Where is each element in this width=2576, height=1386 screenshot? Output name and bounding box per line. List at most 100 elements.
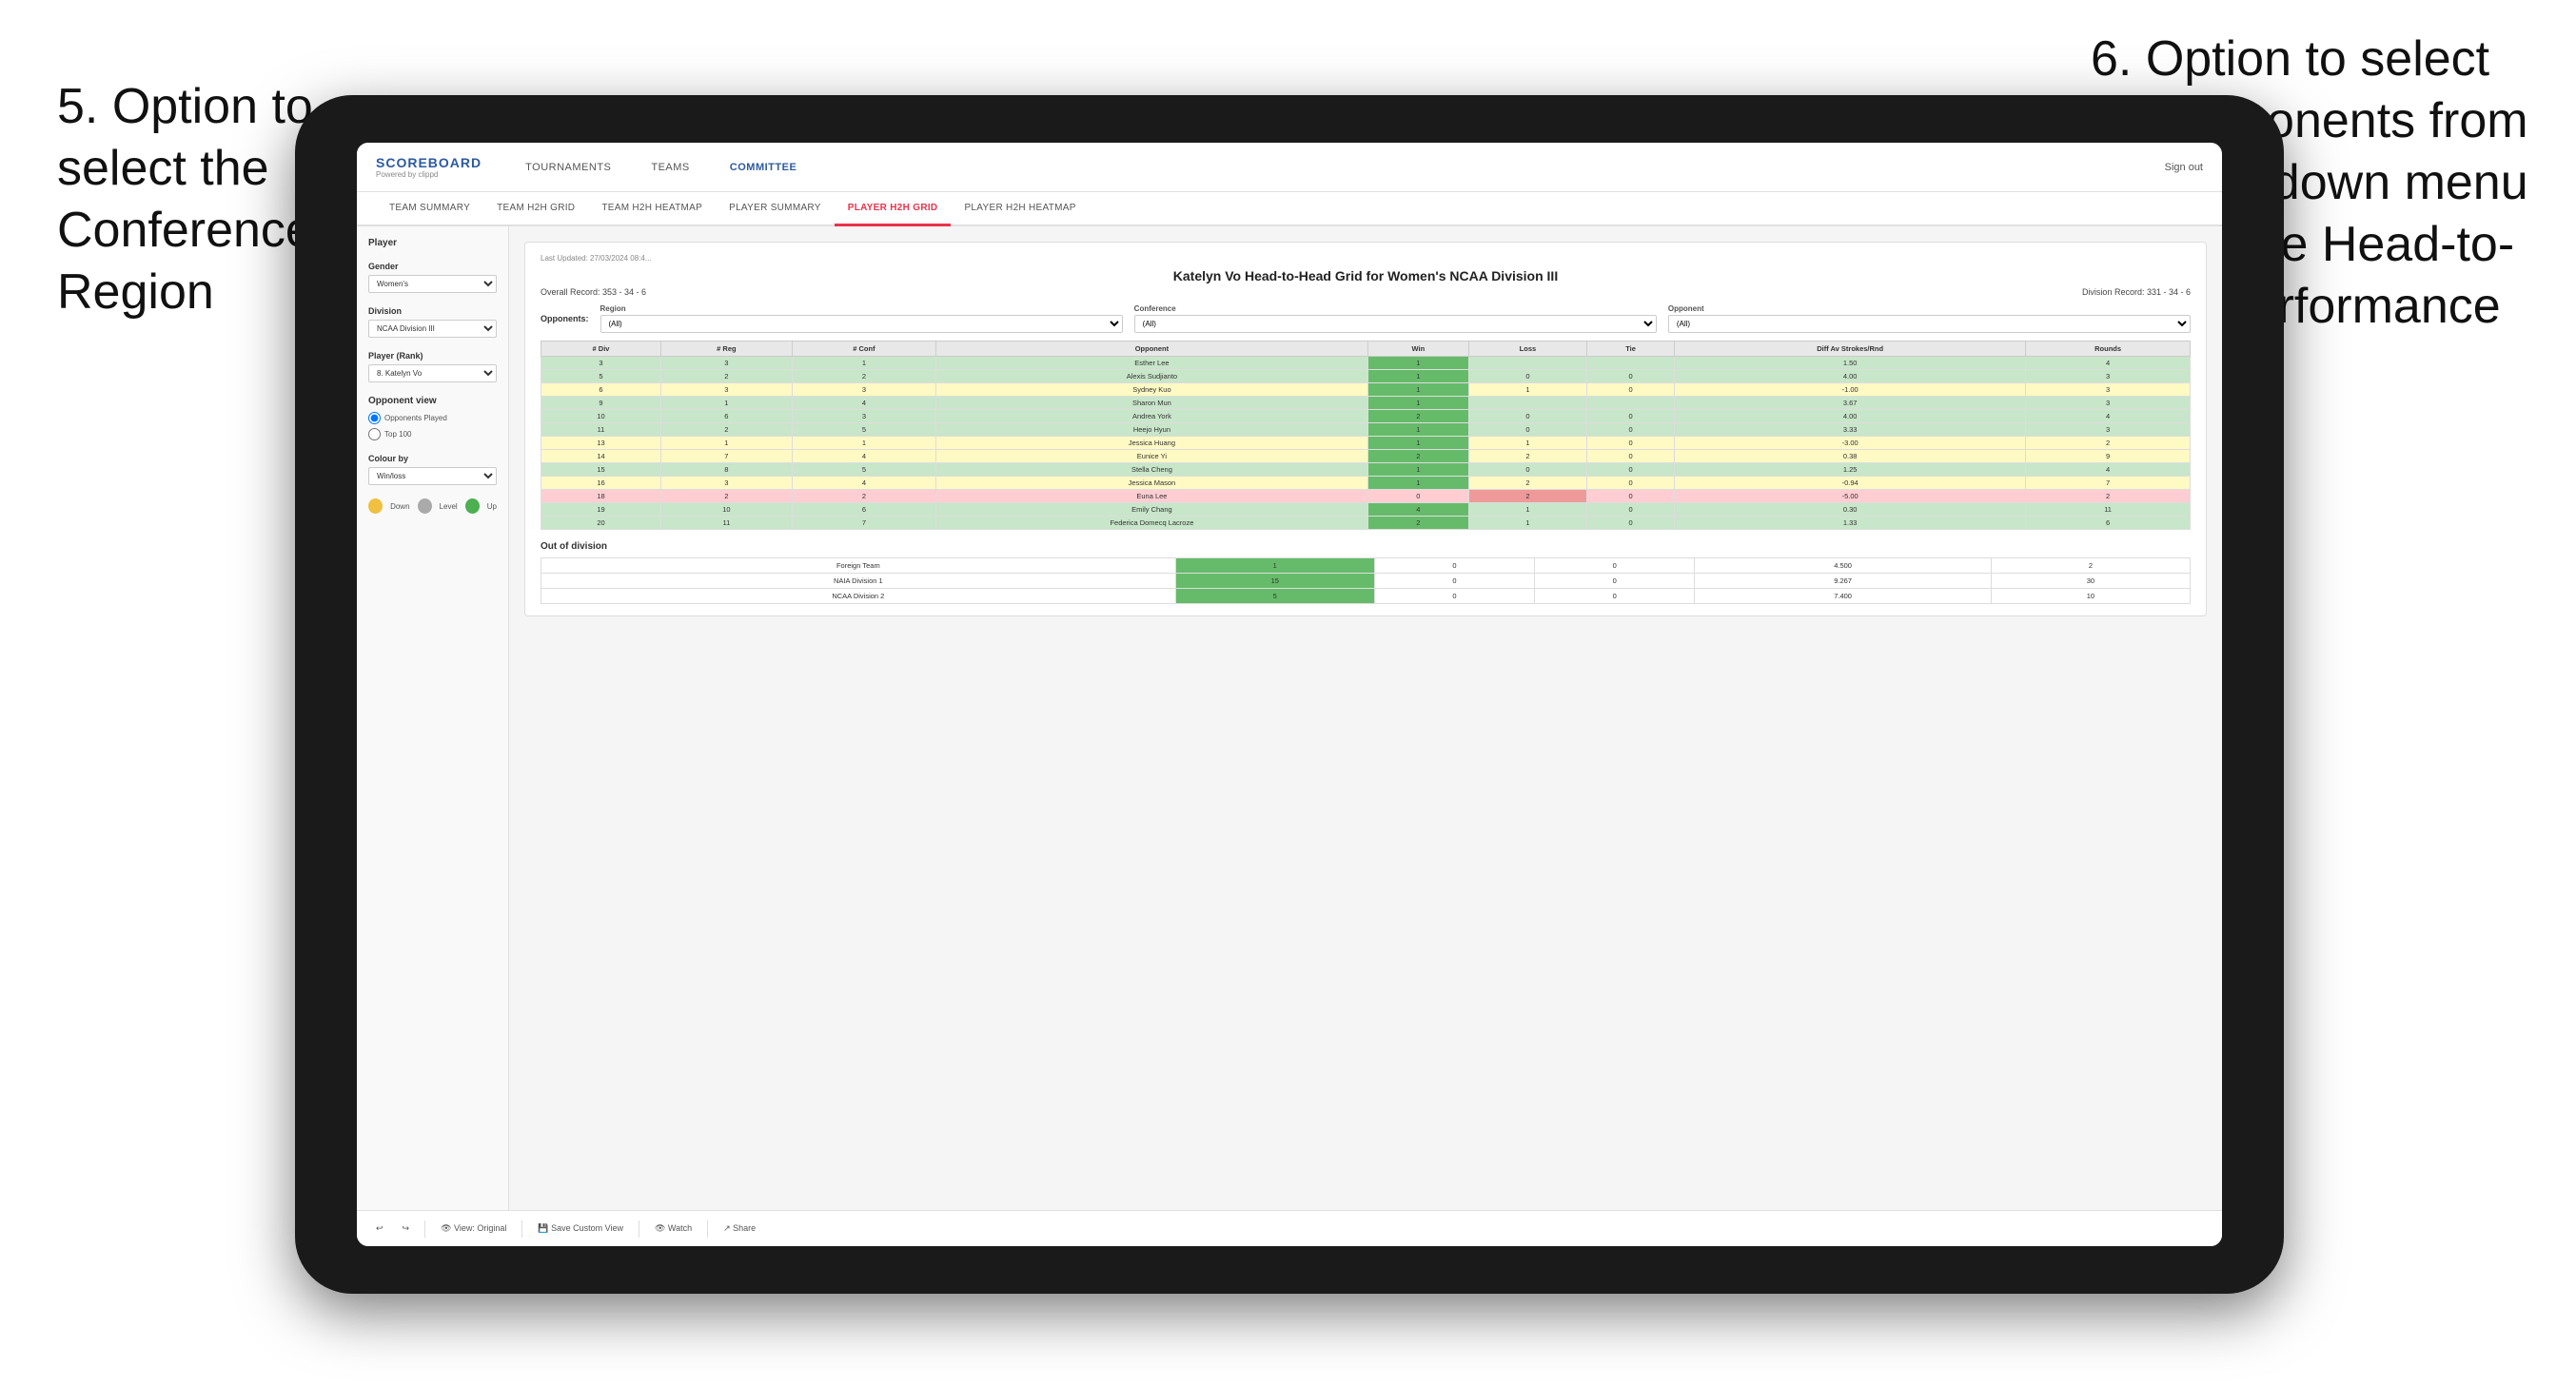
data-table: # Div # Reg # Conf Opponent Win Loss Tie… [541, 341, 2191, 530]
table-row: 633Sydney Kuo110-1.003 [541, 383, 2191, 397]
logo-sub: Powered by clippd [376, 170, 482, 179]
opponents-label: Opponents: [541, 314, 589, 323]
redo-btn[interactable]: ↪ [399, 1221, 414, 1236]
tablet-screen: SCOREBOARD Powered by clippd TOURNAMENTS… [357, 143, 2222, 1246]
out-table-row: NCAA Division 25007.40010 [541, 589, 2191, 604]
dot-up-label: Up [487, 502, 497, 511]
overall-record: Overall Record: 353 - 34 - 6 [541, 287, 646, 297]
subnav: TEAM SUMMARY TEAM H2H GRID TEAM H2H HEAT… [357, 192, 2222, 226]
panel-gender: Gender Women's [368, 262, 497, 293]
table-row: 19106Emily Chang4100.3011 [541, 503, 2191, 517]
save-custom-btn[interactable]: 💾 Save Custom View [534, 1221, 627, 1236]
table-row: 914Sharon Mun13.673 [541, 397, 2191, 410]
region-select[interactable]: (All) [600, 315, 1123, 333]
last-updated: Last Updated: 27/03/2024 08:4... [541, 254, 2191, 263]
share-btn[interactable]: ↗ Share [719, 1221, 759, 1236]
dot-level-label: Level [440, 502, 458, 511]
dot-up [465, 498, 480, 514]
panel-opponent-view: Opponent view Opponents Played Top 100 [368, 396, 497, 440]
th-win: Win [1367, 342, 1468, 357]
nav-committee[interactable]: COMMITTEE [724, 158, 803, 177]
th-div: # Div [541, 342, 661, 357]
th-rounds: Rounds [2026, 342, 2191, 357]
out-table-row: NAIA Division 115009.26730 [541, 574, 2191, 589]
table-row: 331Esther Lee11.504 [541, 357, 2191, 370]
main-content: Player Gender Women's Division NCAA Divi… [357, 226, 2222, 1210]
navbar: SCOREBOARD Powered by clippd TOURNAMENTS… [357, 143, 2222, 192]
panel-colour-by: Colour by Win/loss [368, 454, 497, 485]
colour-by-label: Colour by [368, 454, 497, 463]
radio-opponents-played[interactable]: Opponents Played [368, 412, 497, 424]
toolbar-sep-4 [707, 1220, 708, 1238]
dot-level [418, 498, 432, 514]
top100-label: Top 100 [384, 430, 411, 439]
division-label: Division [368, 306, 497, 316]
panel-player-section: Player [368, 238, 497, 248]
player-section-title: Player [368, 238, 497, 248]
table-row: 1822Euna Lee020-5.002 [541, 490, 2191, 503]
filter-conference: Conference (All) [1134, 304, 1657, 333]
player-rank-select[interactable]: 8. Katelyn Vo [368, 364, 497, 382]
table-row: 522Alexis Sudjianto1004.003 [541, 370, 2191, 383]
filter-region: Region (All) [600, 304, 1123, 333]
sign-out-text: Sign out [2165, 162, 2203, 173]
th-reg: # Reg [661, 342, 793, 357]
gender-label: Gender [368, 262, 497, 271]
grid-title: Katelyn Vo Head-to-Head Grid for Women's… [541, 268, 2191, 283]
nav-tournaments[interactable]: TOURNAMENTS [520, 158, 617, 177]
table-row: 1585Stella Cheng1001.254 [541, 463, 2191, 477]
panel-division: Division NCAA Division III [368, 306, 497, 338]
subnav-player-h2h-grid[interactable]: PLAYER H2H GRID [835, 192, 952, 226]
nav-teams[interactable]: TEAMS [645, 158, 695, 177]
radio-top100[interactable]: Top 100 [368, 428, 497, 440]
conference-select[interactable]: (All) [1134, 315, 1657, 333]
out-table-row: Foreign Team1004.5002 [541, 558, 2191, 574]
tablet-frame: SCOREBOARD Powered by clippd TOURNAMENTS… [295, 95, 2284, 1294]
out-of-division-title: Out of division [541, 541, 2191, 552]
division-record: Division Record: 331 - 34 - 6 [2082, 287, 2191, 297]
opponent-select[interactable]: (All) [1668, 315, 2191, 333]
radio-group: Opponents Played Top 100 [368, 412, 497, 440]
table-row: 1311Jessica Huang110-3.002 [541, 437, 2191, 450]
dot-down [368, 498, 383, 514]
opponent-view-label: Opponent view [368, 396, 497, 406]
th-diff: Diff Av Strokes/Rnd [1675, 342, 2026, 357]
filters-row: Opponents: Region (All) Conference (All) [541, 304, 2191, 333]
th-opponent: Opponent [936, 342, 1368, 357]
panel-player-rank: Player (Rank) 8. Katelyn Vo [368, 351, 497, 382]
dot-down-label: Down [390, 502, 409, 511]
division-select[interactable]: NCAA Division III [368, 320, 497, 338]
opponent-filter-label: Opponent [1668, 304, 2191, 313]
toolbar-sep-2 [521, 1220, 522, 1238]
right-content: Last Updated: 27/03/2024 08:4... Katelyn… [509, 226, 2222, 1210]
nav-sign-out[interactable]: Sign out [2165, 162, 2203, 173]
th-tie: Tie [1586, 342, 1674, 357]
logo: SCOREBOARD Powered by clippd [376, 155, 482, 179]
records-row: Overall Record: 353 - 34 - 6 Division Re… [541, 287, 2191, 297]
table-row: 1474Eunice Yi2200.389 [541, 450, 2191, 463]
conference-label: Conference [1134, 304, 1657, 313]
table-row: 1125Heejo Hyun1003.333 [541, 423, 2191, 437]
out-of-division-table: Foreign Team1004.5002NAIA Division 11500… [541, 557, 2191, 604]
filter-opponent: Opponent (All) [1668, 304, 2191, 333]
table-row: 20117Federica Domecq Lacroze2101.336 [541, 517, 2191, 530]
watch-btn[interactable]: 👁 Watch [651, 1221, 696, 1236]
logo-text: SCOREBOARD [376, 155, 482, 170]
content-header: Last Updated: 27/03/2024 08:4... Katelyn… [524, 242, 2207, 616]
subnav-team-h2h-grid[interactable]: TEAM H2H GRID [483, 192, 588, 226]
left-panel: Player Gender Women's Division NCAA Divi… [357, 226, 509, 1210]
region-label: Region [600, 304, 1123, 313]
subnav-team-h2h-heatmap[interactable]: TEAM H2H HEATMAP [588, 192, 716, 226]
gender-select[interactable]: Women's [368, 275, 497, 293]
th-conf: # Conf [792, 342, 935, 357]
player-rank-label: Player (Rank) [368, 351, 497, 361]
toolbar-sep-1 [424, 1220, 425, 1238]
subnav-team-summary[interactable]: TEAM SUMMARY [376, 192, 483, 226]
subnav-player-h2h-heatmap[interactable]: PLAYER H2H HEATMAP [951, 192, 1089, 226]
table-row: 1634Jessica Mason120-0.947 [541, 477, 2191, 490]
subnav-player-summary[interactable]: PLAYER SUMMARY [716, 192, 835, 226]
view-original-btn[interactable]: 👁 View: Original [437, 1221, 510, 1236]
undo-btn[interactable]: ↩ [372, 1221, 387, 1236]
opponents-played-label: Opponents Played [384, 414, 447, 422]
colour-by-select[interactable]: Win/loss [368, 467, 497, 485]
